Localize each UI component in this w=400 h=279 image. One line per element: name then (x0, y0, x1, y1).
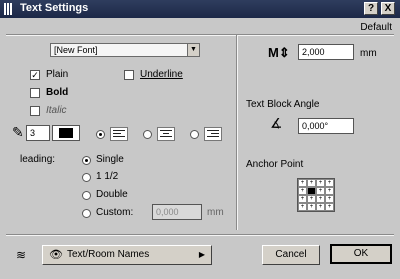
text-size-unit: mm (360, 48, 377, 59)
leading-custom-unit: mm (207, 207, 224, 218)
dialog-title: Text Settings (20, 2, 89, 14)
anchor-cell[interactable]: + (325, 195, 334, 203)
pen-icon: ✎ (12, 124, 24, 140)
anchor-point-grid[interactable]: + + + + + + + + + + + + + + + (297, 178, 335, 212)
anchor-cell[interactable]: + (307, 195, 316, 203)
leading-label: leading: (20, 154, 56, 165)
font-select[interactable]: [New Font] ▼ (50, 43, 200, 57)
plain-label: Plain (46, 69, 69, 80)
angle-label: Text Block Angle (246, 99, 320, 110)
leading-custom-value: 0,000 (156, 207, 179, 217)
anchor-cell[interactable]: + (325, 179, 334, 187)
panel-divider (236, 35, 238, 230)
ok-button[interactable]: OK (330, 244, 392, 264)
top-divider (6, 34, 394, 36)
anchor-cell[interactable]: + (298, 203, 307, 211)
leading-double-label: Double (96, 189, 128, 200)
underline-label: Underline (140, 69, 183, 80)
anchor-cell[interactable]: + (316, 203, 325, 211)
italic-checkbox[interactable] (30, 106, 40, 116)
text-settings-dialog: Text Settings ? X Default [New Font] ▼ ✓… (0, 0, 400, 279)
angle-icon: ∡ (270, 115, 283, 131)
angle-value: 0,000° (302, 121, 329, 131)
angle-field[interactable]: 0,000° (298, 118, 354, 134)
align-left-icon (110, 127, 128, 141)
text-size-icon: M⇕ (268, 45, 290, 60)
layer-select[interactable]: 👁 Text/Room Names ▶ (42, 245, 212, 265)
default-button[interactable]: Default (360, 22, 392, 33)
app-icon (4, 3, 16, 15)
help-button[interactable]: ? (364, 2, 378, 15)
italic-label: Italic (46, 105, 67, 116)
anchor-label: Anchor Point (246, 159, 304, 170)
leading-one-half-label: 1 1/2 (96, 171, 119, 182)
layer-select-value: Text/Room Names (67, 249, 150, 260)
anchor-cell[interactable]: + (316, 195, 325, 203)
pen-number-value: 3 (30, 128, 36, 138)
align-right-radio[interactable] (190, 130, 199, 139)
chevron-down-icon[interactable]: ▼ (187, 44, 199, 56)
font-select-value: [New Font] (54, 45, 98, 55)
underline-checkbox[interactable] (124, 70, 134, 80)
pen-number-field[interactable]: 3 (26, 125, 50, 141)
align-left-radio[interactable] (96, 130, 105, 139)
close-button[interactable]: X (381, 2, 395, 15)
bottom-divider (6, 234, 394, 236)
anchor-cell[interactable]: + (307, 203, 316, 211)
cancel-button[interactable]: Cancel (262, 245, 320, 265)
anchor-cell[interactable]: + (325, 203, 334, 211)
leading-double-radio[interactable] (82, 191, 91, 200)
leading-custom-radio[interactable] (82, 209, 91, 218)
anchor-cell[interactable]: + (298, 195, 307, 203)
anchor-cell[interactable]: + (316, 187, 325, 195)
leading-single-label: Single (96, 154, 124, 165)
text-size-field[interactable]: 2,000 (298, 44, 354, 60)
eye-icon: 👁 (49, 249, 63, 261)
leading-one-half-radio[interactable] (82, 173, 91, 182)
anchor-cell[interactable]: + (307, 179, 316, 187)
pen-color-fill (59, 128, 73, 138)
anchor-cell[interactable]: + (298, 179, 307, 187)
layers-icon: ≋ (16, 248, 27, 262)
anchor-cell-selected[interactable] (307, 187, 316, 195)
pen-color-swatch[interactable] (52, 125, 80, 141)
text-size-value: 2,000 (302, 47, 325, 57)
bold-label: Bold (46, 87, 69, 98)
anchor-cell[interactable]: + (316, 179, 325, 187)
chevron-right-icon: ▶ (198, 250, 205, 259)
align-center-radio[interactable] (143, 130, 152, 139)
leading-single-radio[interactable] (82, 156, 91, 165)
plain-checkbox[interactable]: ✓ (30, 70, 40, 80)
leading-custom-field[interactable]: 0,000 (152, 204, 202, 220)
anchor-cell[interactable]: + (325, 187, 334, 195)
title-bar[interactable]: Text Settings ? X (0, 0, 400, 18)
bold-checkbox[interactable] (30, 88, 40, 98)
leading-custom-label: Custom: (96, 207, 134, 218)
anchor-cell[interactable]: + (298, 187, 307, 195)
align-center-icon (157, 127, 175, 141)
align-right-icon (204, 127, 222, 141)
